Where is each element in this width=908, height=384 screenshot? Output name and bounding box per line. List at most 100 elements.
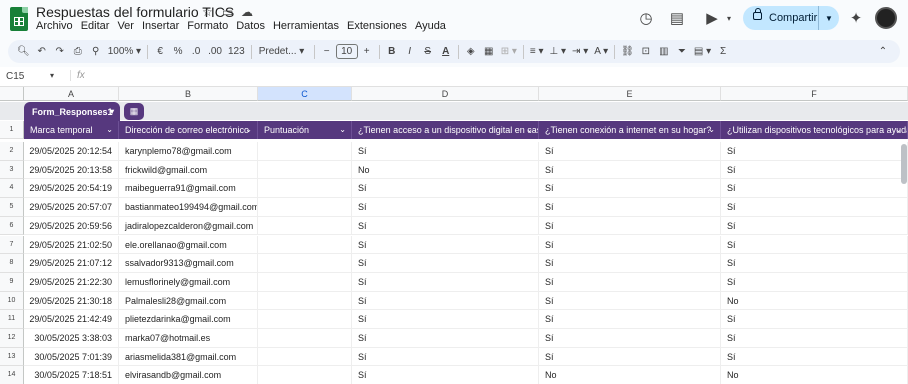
- cell-acceso-dispositivo[interactable]: Sí: [352, 366, 539, 384]
- cloud-status-icon[interactable]: ☁: [241, 5, 253, 19]
- cell-acceso-dispositivo[interactable]: Sí: [352, 179, 539, 199]
- cell-conexion-internet[interactable]: Sí: [539, 254, 721, 273]
- table-name-chip[interactable]: Form_Responses1 ▾: [24, 102, 120, 122]
- cell-utilizan-dispositivos[interactable]: Sí: [721, 235, 908, 255]
- column-menu-icon[interactable]: ⌄: [708, 121, 715, 139]
- fill-color-icon[interactable]: ◈: [462, 46, 480, 57]
- cell-conexion-internet[interactable]: Sí: [539, 272, 721, 292]
- cell-marca-temporal[interactable]: 29/05/2025 21:02:50: [24, 235, 119, 255]
- cell-acceso-dispositivo[interactable]: Sí: [352, 235, 539, 255]
- increase-decimal-button[interactable]: .00: [205, 46, 225, 57]
- cell-conexion-internet[interactable]: Sí: [539, 235, 721, 255]
- row-header[interactable]: 8: [0, 254, 24, 273]
- cell-marca-temporal[interactable]: 29/05/2025 20:12:54: [24, 142, 119, 161]
- cell-puntuacion[interactable]: [258, 366, 352, 384]
- font-size-increase-button[interactable]: +: [358, 46, 376, 57]
- cell-acceso-dispositivo[interactable]: Sí: [352, 216, 539, 236]
- cell-marca-temporal[interactable]: 29/05/2025 20:54:19: [24, 179, 119, 199]
- cell-email[interactable]: jadiralopezcalderon@gmail.com: [119, 216, 258, 236]
- row-header[interactable]: 11: [0, 310, 24, 329]
- cell-utilizan-dispositivos[interactable]: Sí: [721, 272, 908, 292]
- row-header[interactable]: 2: [0, 142, 24, 161]
- cell-marca-temporal[interactable]: 30/05/2025 7:18:51: [24, 366, 119, 384]
- cell-marca-temporal[interactable]: 29/05/2025 20:59:56: [24, 216, 119, 236]
- cell-email[interactable]: maibeguerra91@gmail.com: [119, 179, 258, 199]
- column-header-d[interactable]: D: [352, 87, 539, 101]
- bold-button[interactable]: B: [383, 46, 401, 57]
- cell-acceso-dispositivo[interactable]: Sí: [352, 272, 539, 292]
- filter-views-icon[interactable]: ▤ ▾: [691, 46, 714, 57]
- cell-puntuacion[interactable]: [258, 235, 352, 255]
- vertical-align-icon[interactable]: ⊥ ▾: [547, 46, 570, 57]
- cell-acceso-dispositivo[interactable]: Sí: [352, 142, 539, 161]
- table-view-icon[interactable]: ▦: [124, 103, 144, 120]
- cell-email[interactable]: lemusflorinely@gmail.com: [119, 272, 258, 292]
- cell-marca-temporal[interactable]: 29/05/2025 20:13:58: [24, 160, 119, 180]
- cell-utilizan-dispositivos[interactable]: Sí: [721, 347, 908, 367]
- cell-conexion-internet[interactable]: Sí: [539, 347, 721, 367]
- select-all-corner[interactable]: [0, 87, 24, 101]
- cell-acceso-dispositivo[interactable]: Sí: [352, 254, 539, 273]
- column-header-f[interactable]: F: [721, 87, 908, 101]
- currency-format-button[interactable]: €: [151, 46, 169, 57]
- version-history-icon[interactable]: ◷: [637, 10, 655, 28]
- cell-acceso-dispositivo[interactable]: Sí: [352, 198, 539, 217]
- share-label-wrap[interactable]: Compartir: [743, 6, 819, 30]
- more-formats-button[interactable]: 123: [225, 46, 248, 57]
- avatar[interactable]: [875, 7, 897, 29]
- row-header[interactable]: 6: [0, 216, 24, 236]
- cell-marca-temporal[interactable]: 30/05/2025 3:38:03: [24, 329, 119, 348]
- cell-utilizan-dispositivos[interactable]: Sí: [721, 198, 908, 217]
- insert-chart-icon[interactable]: ▥: [655, 46, 673, 57]
- cell-utilizan-dispositivos[interactable]: Sí: [721, 329, 908, 348]
- menu-editar[interactable]: Editar: [81, 20, 110, 32]
- cell-utilizan-dispositivos[interactable]: Sí: [721, 142, 908, 161]
- cell-puntuacion[interactable]: [258, 272, 352, 292]
- cell-puntuacion[interactable]: [258, 160, 352, 180]
- font-size-decrease-button[interactable]: −: [318, 46, 336, 57]
- horizontal-align-icon[interactable]: ≡ ▾: [527, 46, 547, 57]
- menu-datos[interactable]: Datos: [236, 20, 265, 32]
- decrease-decimal-button[interactable]: .0: [187, 46, 205, 57]
- cell-marca-temporal[interactable]: 29/05/2025 21:42:49: [24, 310, 119, 329]
- share-button[interactable]: Compartir ▼: [743, 6, 839, 30]
- undo-icon[interactable]: ↶: [33, 46, 51, 57]
- cell-utilizan-dispositivos[interactable]: No: [721, 366, 908, 384]
- borders-icon[interactable]: ▦: [480, 46, 498, 57]
- cell-puntuacion[interactable]: [258, 347, 352, 367]
- redo-icon[interactable]: ↷: [51, 46, 69, 57]
- header-email[interactable]: Dirección de correo electrónico ⌄: [119, 121, 258, 139]
- cell-marca-temporal[interactable]: 29/05/2025 21:07:12: [24, 254, 119, 273]
- column-header-c[interactable]: C: [258, 87, 352, 101]
- vertical-scrollbar[interactable]: [901, 144, 907, 184]
- column-menu-icon[interactable]: ⌄: [106, 121, 113, 139]
- meet-video-icon[interactable]: ▶: [703, 10, 721, 28]
- column-header-b[interactable]: B: [119, 87, 258, 101]
- cell-conexion-internet[interactable]: Sí: [539, 198, 721, 217]
- name-box-dropdown-icon[interactable]: ▾: [50, 71, 54, 80]
- row-header[interactable]: 3: [0, 160, 24, 180]
- cell-acceso-dispositivo[interactable]: Sí: [352, 329, 539, 348]
- name-box[interactable]: C15: [6, 71, 56, 82]
- cell-utilizan-dispositivos[interactable]: Sí: [721, 160, 908, 180]
- cell-conexion-internet[interactable]: No: [539, 366, 721, 384]
- menu-extensiones[interactable]: Extensiones: [347, 20, 407, 32]
- insert-link-icon[interactable]: ⛓: [618, 46, 637, 57]
- column-menu-icon[interactable]: ⌄: [339, 121, 346, 139]
- cell-email[interactable]: ele.orellanao@gmail.com: [119, 235, 258, 255]
- move-folder-icon[interactable]: ▭: [222, 5, 233, 19]
- search-menus-icon[interactable]: 🔍︎: [14, 46, 33, 57]
- cell-utilizan-dispositivos[interactable]: Sí: [721, 310, 908, 329]
- filter-icon[interactable]: ⏷: [673, 46, 691, 57]
- header-marca-temporal[interactable]: Marca temporal ⌄: [24, 121, 119, 139]
- cell-acceso-dispositivo[interactable]: Sí: [352, 347, 539, 367]
- header-conexion-internet[interactable]: ¿Tienen conexión a internet en su hogar?…: [539, 121, 721, 139]
- cell-utilizan-dispositivos[interactable]: Sí: [721, 254, 908, 273]
- cell-email[interactable]: elvirasandb@gmail.com: [119, 366, 258, 384]
- cell-email[interactable]: Palmalesli28@gmail.com: [119, 291, 258, 311]
- cell-email[interactable]: bastianmateo199494@gmail.com: [119, 198, 258, 217]
- row-header[interactable]: 13: [0, 347, 24, 367]
- column-header-e[interactable]: E: [539, 87, 721, 101]
- text-wrap-icon[interactable]: ⇥ ▾: [569, 46, 591, 57]
- cell-marca-temporal[interactable]: 30/05/2025 7:01:39: [24, 347, 119, 367]
